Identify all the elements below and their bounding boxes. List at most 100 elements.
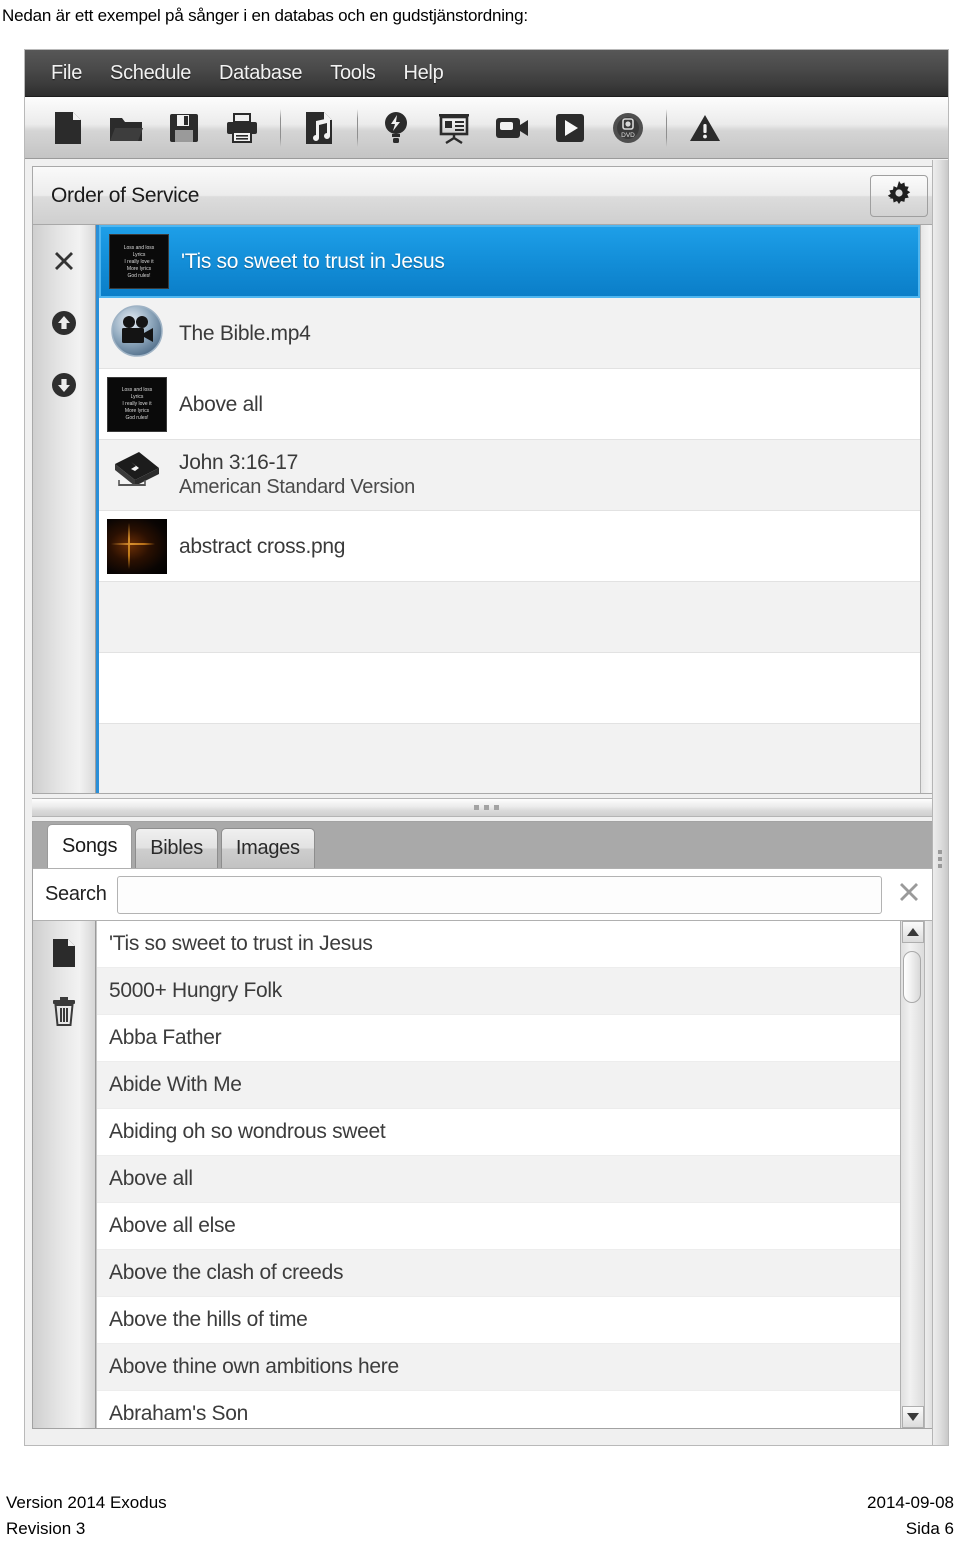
move-down-button[interactable]: [44, 367, 84, 407]
order-of-service-empty-row[interactable]: [99, 653, 920, 724]
lyric-line: God rules!: [127, 272, 151, 279]
new-button[interactable]: [41, 104, 95, 152]
order-of-service-item-label: John 3:16-17 American Standard Version: [179, 450, 415, 500]
image-preview: [107, 518, 167, 574]
video-icon: [110, 304, 164, 363]
save-button[interactable]: [157, 104, 211, 152]
slide-thumbnail: Loss and loss Lyrics I really love it Mo…: [109, 234, 169, 289]
music-note-file-icon: [304, 111, 334, 145]
video-camera-icon: [495, 115, 529, 141]
toolbar-separator-1: [280, 108, 281, 147]
play-button[interactable]: [543, 104, 597, 152]
order-of-service-item[interactable]: The Bible.mp4: [99, 298, 920, 369]
close-x-icon: [51, 248, 77, 279]
order-of-service-sidebar: [33, 225, 96, 793]
clear-search-button[interactable]: [892, 880, 926, 909]
triangle-down-icon: [906, 1408, 919, 1426]
menu-bar: File Schedule Database Tools Help: [25, 50, 948, 97]
slide-thumbnail: [107, 518, 167, 574]
scrollbar-track[interactable]: [901, 943, 924, 1406]
list-item[interactable]: Abide With Me: [97, 1062, 900, 1109]
list-item[interactable]: Above the clash of creeds: [97, 1250, 900, 1297]
horizontal-splitter[interactable]: [32, 798, 941, 817]
scrollbar-thumb[interactable]: [903, 951, 921, 1003]
menu-item-help[interactable]: Help: [399, 60, 447, 87]
menu-item-tools[interactable]: Tools: [326, 60, 379, 87]
presentation-button[interactable]: [427, 104, 481, 152]
list-item[interactable]: Above all: [97, 1156, 900, 1203]
presentation-board-icon: [437, 112, 471, 144]
splitter-dot: [938, 864, 942, 868]
order-of-service-item[interactable]: John 3:16-17 American Standard Version: [99, 440, 920, 511]
order-of-service-item-label: Above all: [179, 392, 263, 416]
new-document-icon: [51, 938, 77, 973]
delete-song-button[interactable]: [44, 993, 84, 1033]
list-item[interactable]: Abba Father: [97, 1015, 900, 1062]
menu-item-file[interactable]: File: [47, 60, 86, 87]
toolbar-separator-3: [666, 108, 667, 147]
search-input[interactable]: [116, 875, 882, 914]
footer-date: 2014-09-08: [867, 1493, 954, 1512]
gear-icon: [886, 180, 912, 211]
lyric-line: Loss and loss: [121, 387, 153, 393]
menu-item-schedule[interactable]: Schedule: [106, 60, 195, 87]
tab-songs[interactable]: Songs: [47, 824, 133, 868]
dvd-button[interactable]: DVD: [601, 104, 655, 152]
lyric-line: Lyrics: [132, 251, 146, 258]
splitter-dot: [938, 857, 942, 861]
scroll-down-button[interactable]: [901, 1406, 924, 1428]
print-button[interactable]: [215, 104, 269, 152]
open-button[interactable]: [99, 104, 153, 152]
settings-button[interactable]: [870, 174, 928, 217]
list-item[interactable]: Abraham's Son: [97, 1391, 900, 1428]
toolbar: DVD: [25, 97, 948, 159]
trash-icon: [51, 996, 77, 1031]
video-button[interactable]: [485, 104, 539, 152]
lyric-line: Loss and loss: [123, 244, 155, 251]
list-item[interactable]: Above all else: [97, 1203, 900, 1250]
order-of-service-empty-row[interactable]: [99, 724, 920, 793]
lightbulb-icon: [384, 111, 408, 145]
remove-item-button[interactable]: [44, 243, 84, 283]
order-of-service-header: Order of Service: [33, 167, 940, 225]
song-list-scrollbar[interactable]: [900, 921, 924, 1428]
toolbar-separator-2: [357, 108, 358, 147]
vertical-splitter[interactable]: [932, 160, 948, 1445]
scroll-up-button[interactable]: [901, 921, 924, 943]
quick-idea-button[interactable]: [369, 104, 423, 152]
save-floppy-icon: [169, 113, 199, 143]
lyric-line: I really love it: [122, 401, 152, 407]
new-song-button[interactable]: [44, 935, 84, 975]
order-of-service-empty-row[interactable]: [99, 582, 920, 653]
order-of-service-item[interactable]: Loss and loss Lyrics I really love it Mo…: [99, 225, 920, 298]
search-label: Search: [45, 883, 107, 905]
footer-version: Version 2014 Exodus: [6, 1493, 167, 1512]
order-of-service-list-wrap: Loss and loss Lyrics I really love it Mo…: [96, 225, 940, 793]
order-of-service-item[interactable]: abstract cross.png: [99, 511, 920, 582]
lyric-line: More lyrics: [126, 265, 152, 272]
bible-translation: American Standard Version: [179, 476, 415, 498]
list-item[interactable]: 'Tis so sweet to trust in Jesus: [97, 921, 900, 968]
alert-button[interactable]: [678, 104, 732, 152]
order-of-service-item-label: The Bible.mp4: [179, 321, 311, 345]
order-of-service-item[interactable]: Loss and loss Lyrics I really love it Mo…: [99, 369, 920, 440]
order-of-service-body: Loss and loss Lyrics I really love it Mo…: [33, 225, 940, 793]
list-item[interactable]: Above the hills of time: [97, 1297, 900, 1344]
tab-images[interactable]: Images: [220, 828, 315, 868]
triangle-up-icon: [906, 923, 919, 941]
footer-row-bottom: Revision 3 Sida 6: [0, 1516, 960, 1542]
list-item[interactable]: Above thine own ambitions here: [97, 1344, 900, 1391]
list-item[interactable]: Abiding oh so wondrous sweet: [97, 1109, 900, 1156]
move-up-button[interactable]: [44, 305, 84, 345]
add-song-button[interactable]: [292, 104, 346, 152]
tab-bibles[interactable]: Bibles: [135, 828, 218, 868]
menu-item-database[interactable]: Database: [215, 60, 306, 87]
splitter-dot: [938, 850, 942, 854]
slide-thumbnail: [107, 304, 167, 363]
open-folder-icon: [109, 113, 143, 143]
footer-page: Sida 6: [905, 1519, 954, 1538]
new-document-icon: [53, 111, 83, 145]
order-of-service-item-label: 'Tis so sweet to trust in Jesus: [181, 250, 445, 273]
list-item[interactable]: 5000+ Hungry Folk: [97, 968, 900, 1015]
lyric-line: More lyrics: [124, 408, 150, 414]
